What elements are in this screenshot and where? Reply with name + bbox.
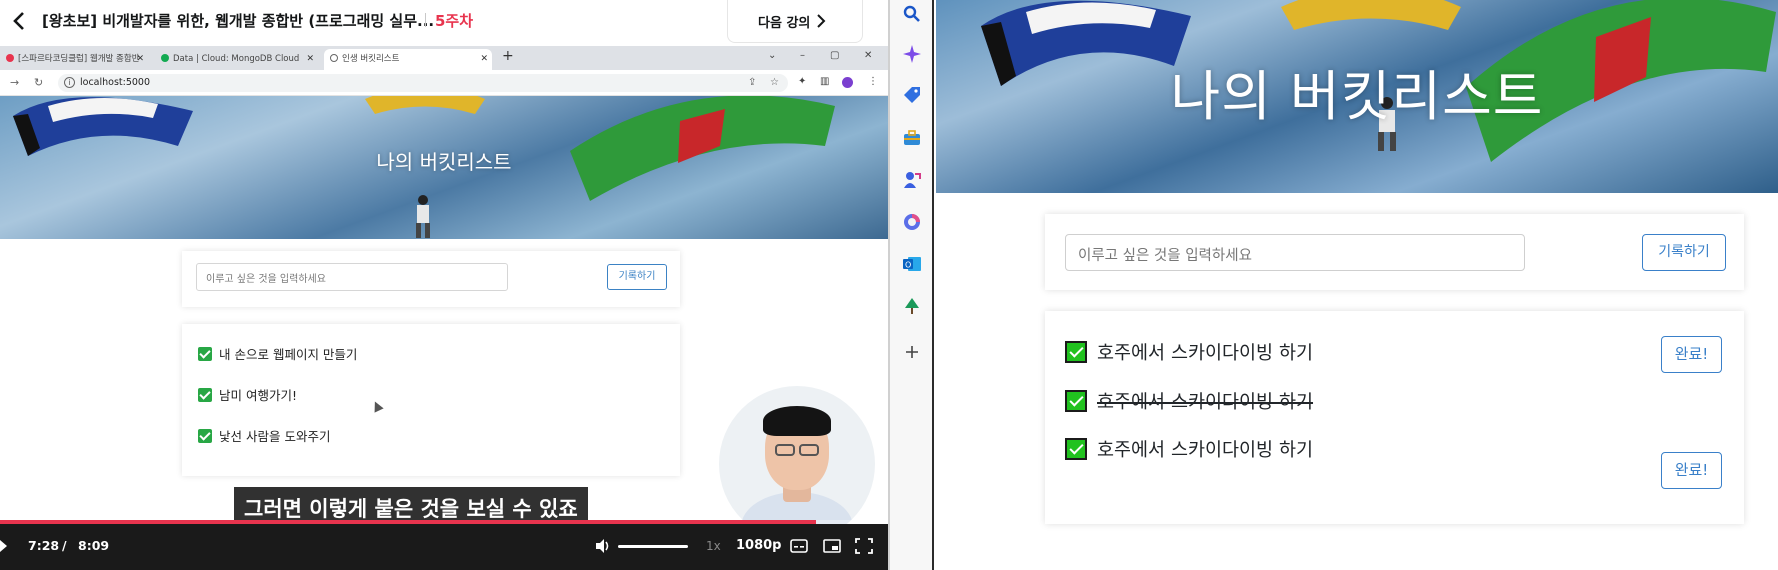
- maximize-icon[interactable]: ▢: [830, 50, 839, 61]
- list-item: 남미 여행가기!: [198, 385, 297, 404]
- post-form-card: 이루고 싶은 것을 입력하세요 기록하기: [1045, 214, 1744, 290]
- checkbox-icon: [198, 347, 212, 361]
- tab-search-icon[interactable]: ⌄: [768, 50, 776, 61]
- back-arrow-icon[interactable]: [8, 9, 32, 33]
- course-header: [왕초보] 비개발자를 위한, 웹개발 종합반 (프로그래밍 실무... 5주차…: [0, 0, 888, 46]
- bucket-item: 호주에서 스카이다이빙 하기: [1065, 339, 1313, 369]
- drop-tree-icon[interactable]: [902, 296, 922, 316]
- outlook-icon[interactable]: O: [902, 254, 922, 274]
- volume-slider[interactable]: [618, 545, 688, 548]
- browser-tab-sparta[interactable]: [스파르타코딩클럽] 웹개발 종합반 ✕: [0, 49, 148, 70]
- pip-icon[interactable]: [823, 538, 841, 554]
- share-icon[interactable]: ⇪: [748, 77, 756, 88]
- bucket-list-card: 호주에서 스카이다이빙 하기 완료! 호주에서 스카이다이빙 하기 호주에서 스…: [1045, 311, 1744, 524]
- video-bucket-input[interactable]: 이루고 싶은 것을 입력하세요: [196, 263, 508, 291]
- sparkle-icon[interactable]: [902, 44, 922, 64]
- bucket-input[interactable]: 이루고 싶은 것을 입력하세요: [1065, 234, 1525, 271]
- side-panel-icon[interactable]: ▥: [820, 76, 829, 87]
- mongodb-favicon-icon: [161, 54, 169, 62]
- parachute-image: [365, 96, 485, 114]
- video-frame[interactable]: [스파르타코딩클럽] 웹개발 종합반 ✕ Data | Cloud: MongoD…: [0, 46, 888, 570]
- more-menu-icon[interactable]: ⋮: [868, 76, 878, 87]
- course-week: 5주차: [435, 12, 474, 30]
- done-button[interactable]: 완료!: [1661, 452, 1722, 489]
- profile-avatar[interactable]: [842, 77, 853, 88]
- course-title: [왕초보] 비개발자를 위한, 웹개발 종합반 (프로그래밍 실무...: [42, 12, 435, 30]
- browser-tab-bucketlist[interactable]: 인생 버킷리스트 ✕: [324, 49, 492, 70]
- tools-briefcase-icon[interactable]: [902, 128, 922, 148]
- close-window-icon[interactable]: ✕: [864, 50, 872, 61]
- browser-tab-mongodb[interactable]: Data | Cloud: MongoDB Cloud ✕: [155, 49, 318, 70]
- checkbox-icon: [1065, 341, 1087, 363]
- video-controls: 7:28 / 8:09 1x 1080p: [0, 524, 888, 570]
- duration: 8:09: [78, 538, 110, 553]
- bucket-list-page: 나의 버킷리스트 이루고 싶은 것을 입력하세요 기록하기 호주에서 스카이다이…: [936, 0, 1778, 570]
- globe-favicon-icon: [330, 54, 338, 62]
- close-tab-icon[interactable]: ✕: [306, 49, 314, 69]
- course-player: [왕초보] 비개발자를 위한, 웹개발 종합반 (프로그래밍 실무... 5주차…: [0, 0, 888, 570]
- svg-text:O: O: [905, 261, 911, 270]
- sparta-favicon-icon: [6, 54, 14, 62]
- close-tab-icon[interactable]: ✕: [136, 49, 144, 69]
- page-title: 나의 버킷리스트: [1170, 65, 1544, 128]
- hero-banner: 나의 버킷리스트: [936, 0, 1778, 193]
- record-button[interactable]: 기록하기: [1642, 234, 1726, 271]
- omnibox[interactable]: i localhost:5000 ⇪ ☆: [58, 74, 788, 92]
- minimize-icon[interactable]: –: [800, 50, 805, 61]
- video-page-title: 나의 버킷리스트: [376, 150, 512, 174]
- games-icon[interactable]: [902, 170, 922, 190]
- current-time: 7:28: [28, 538, 60, 553]
- bookmark-star-icon[interactable]: ☆: [770, 77, 779, 88]
- microsoft-365-icon[interactable]: [902, 212, 922, 232]
- title-separator: [425, 13, 426, 27]
- skydiver-image: [416, 195, 430, 238]
- browser-tabstrip: [스파르타코딩클럽] 웹개발 종합반 ✕ Data | Cloud: MongoD…: [0, 46, 888, 70]
- add-icon[interactable]: [902, 342, 922, 362]
- browser-sidebar: O: [890, 0, 934, 570]
- bucket-item-done: 호주에서 스카이다이빙 하기: [1065, 388, 1313, 418]
- reload-icon[interactable]: ↻: [34, 76, 43, 89]
- list-item: 내 손으로 웹페이지 만들기: [198, 344, 357, 363]
- forward-icon[interactable]: →: [10, 76, 19, 89]
- site-info-icon[interactable]: i: [64, 77, 75, 88]
- search-icon[interactable]: [902, 4, 922, 24]
- video-record-button[interactable]: 기록하기: [607, 264, 667, 290]
- shopping-tag-icon[interactable]: [902, 86, 922, 106]
- video-bucket-list: 내 손으로 웹페이지 만들기 남미 여행가기! 낯선 사람을 도와주기: [182, 324, 680, 476]
- checkbox-icon: [198, 388, 212, 402]
- time-separator: /: [62, 538, 67, 553]
- fullscreen-icon[interactable]: [855, 538, 873, 554]
- chevron-right-icon: [817, 14, 826, 28]
- video-page-hero: 나의 버킷리스트: [0, 96, 888, 239]
- playback-speed[interactable]: 1x: [706, 539, 721, 553]
- list-item: 낯선 사람을 도와주기: [198, 426, 330, 445]
- video-post-form: 이루고 싶은 것을 입력하세요 기록하기: [182, 251, 680, 307]
- play-icon[interactable]: [0, 540, 7, 552]
- checkbox-icon: [198, 429, 212, 443]
- extensions-icon[interactable]: ✦: [798, 76, 806, 87]
- checkbox-icon: [1065, 438, 1087, 460]
- done-button[interactable]: 완료!: [1661, 336, 1722, 373]
- captions-icon[interactable]: [790, 538, 808, 554]
- new-tab-icon[interactable]: +: [502, 48, 514, 64]
- close-tab-icon[interactable]: ✕: [480, 49, 488, 69]
- next-lesson-button[interactable]: 다음 강의: [727, 0, 863, 43]
- presenter-webcam: [719, 386, 875, 542]
- bucket-item: 호주에서 스카이다이빙 하기: [1065, 436, 1313, 466]
- checkbox-icon: [1065, 390, 1087, 412]
- next-lesson-label: 다음 강의: [758, 16, 811, 31]
- volume-icon[interactable]: [594, 537, 612, 555]
- video-quality[interactable]: 1080p: [736, 538, 782, 553]
- parachute-image: [1281, 0, 1461, 30]
- browser-address-bar: → ↻ i localhost:5000 ⇪ ☆ ✦ ▥ ⋮: [0, 70, 888, 96]
- url-text: localhost:5000: [80, 77, 151, 88]
